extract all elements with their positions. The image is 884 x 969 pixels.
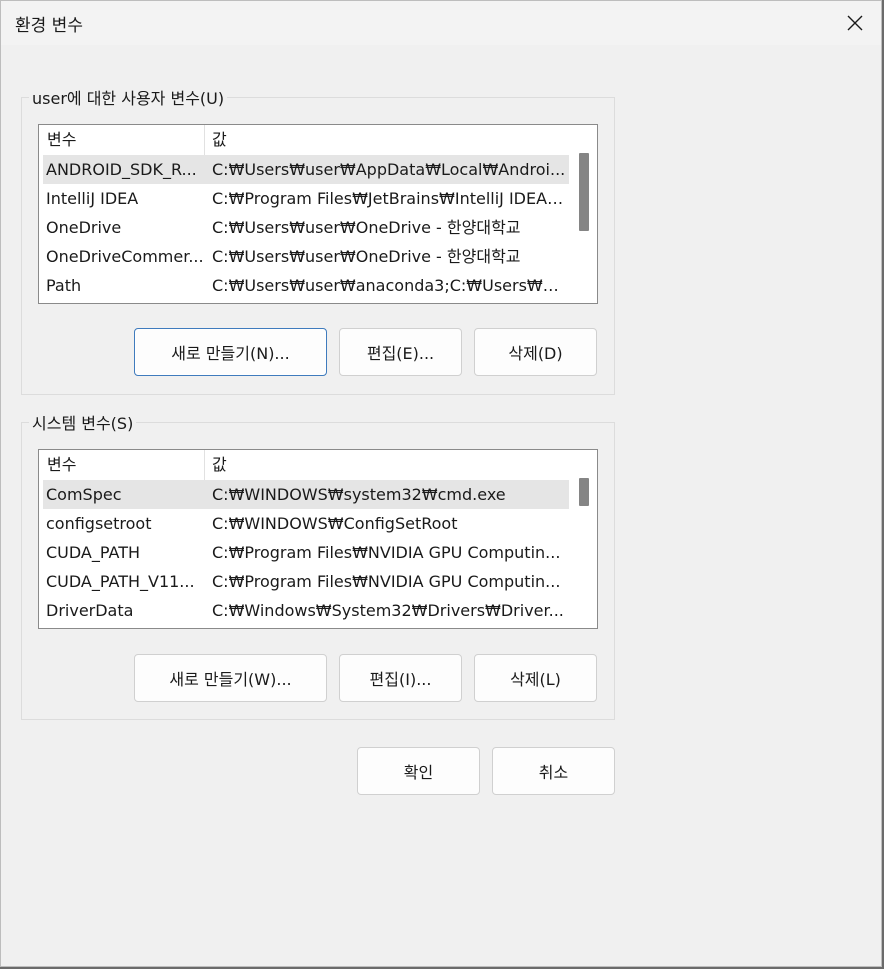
column-header-name[interactable]: 변수 bbox=[43, 125, 205, 155]
variable-value: C:₩Users₩user₩AppData₩Local₩Androi... bbox=[212, 160, 566, 179]
system-variables-group: 시스템 변수(S) 변수 값 ComSpec C:₩WINDOWS₩system3… bbox=[21, 410, 615, 720]
dialog-title: 환경 변수 bbox=[15, 16, 83, 36]
user-list-scrollbar[interactable] bbox=[575, 127, 593, 301]
variable-name: CUDA_PATH bbox=[46, 543, 140, 562]
system-edit-button[interactable]: 편집(I)... bbox=[339, 654, 462, 702]
variable-name: OneDriveCommer... bbox=[46, 247, 204, 266]
list-item[interactable]: configsetroot C:₩WINDOWS₩ConfigSetRoot bbox=[43, 509, 569, 538]
variable-value: C:₩WINDOWS₩system32₩cmd.exe bbox=[212, 485, 506, 504]
system-new-button[interactable]: 새로 만들기(W)... bbox=[134, 654, 327, 702]
close-button[interactable] bbox=[835, 5, 875, 41]
list-header: 변수 값 bbox=[43, 125, 569, 155]
variable-name: DriverData bbox=[46, 601, 134, 620]
user-edit-button[interactable]: 편집(E)... bbox=[339, 328, 462, 376]
variable-name: Path bbox=[46, 276, 82, 295]
variable-value: C:₩Users₩user₩anaconda3;C:₩Users₩us... bbox=[212, 276, 567, 295]
user-delete-button[interactable]: 삭제(D) bbox=[474, 328, 597, 376]
variable-value: C:₩Program Files₩NVIDIA GPU Computin... bbox=[212, 543, 561, 562]
variable-value: C:₩Program Files₩JetBrains₩IntelliJ IDEA… bbox=[212, 189, 567, 208]
system-variables-list[interactable]: 변수 값 ComSpec C:₩WINDOWS₩system32₩cmd.exe c… bbox=[38, 449, 598, 629]
list-item[interactable]: OneDriveCommer... C:₩Users₩user₩OneDrive … bbox=[43, 242, 569, 271]
list-item[interactable]: IntelliJ IDEA C:₩Program Files₩JetBrains₩… bbox=[43, 184, 569, 213]
close-icon bbox=[847, 15, 863, 31]
system-list-scrollbar[interactable] bbox=[575, 452, 593, 626]
list-item[interactable]: CUDA_PATH_V11... C:₩Program Files₩NVIDIA … bbox=[43, 567, 569, 596]
variable-name: CUDA_PATH_V11... bbox=[46, 572, 195, 591]
list-item[interactable]: ANDROID_SDK_R... C:₩Users₩user₩AppData₩Lo… bbox=[43, 155, 569, 184]
variable-value: C:₩WINDOWS₩ConfigSetRoot bbox=[212, 514, 458, 533]
variable-value: C:₩Program Files₩NVIDIA GPU Computin... bbox=[212, 572, 561, 591]
user-variables-rows: ANDROID_SDK_R... C:₩Users₩user₩AppData₩Lo… bbox=[43, 155, 569, 300]
ok-button[interactable]: 확인 bbox=[357, 747, 480, 795]
variable-name: OneDrive bbox=[46, 218, 122, 237]
user-variables-group: user에 대한 사용자 변수(U) 변수 값 ANDROID_SDK_R...… bbox=[21, 85, 615, 395]
variable-value: C:₩Users₩user₩OneDrive - 한양대학교 bbox=[212, 218, 521, 237]
variable-name: IntelliJ IDEA bbox=[46, 189, 139, 208]
column-header-name[interactable]: 변수 bbox=[43, 450, 205, 480]
scroll-thumb[interactable] bbox=[579, 153, 589, 231]
list-item[interactable]: Path C:₩Users₩user₩anaconda3;C:₩Users₩us.… bbox=[43, 271, 569, 300]
variable-value: C:₩Users₩user₩OneDrive - 한양대학교 bbox=[212, 247, 521, 266]
scroll-thumb[interactable] bbox=[579, 478, 589, 506]
column-header-value[interactable]: 값 bbox=[205, 125, 227, 155]
variable-value: C:₩Windows₩System32₩Drivers₩Driver... bbox=[212, 601, 564, 620]
list-item[interactable]: ComSpec C:₩WINDOWS₩system32₩cmd.exe bbox=[43, 480, 569, 509]
user-variables-list[interactable]: 변수 값 ANDROID_SDK_R... C:₩Users₩user₩AppDa… bbox=[38, 124, 598, 304]
user-variables-label: user에 대한 사용자 변수(U) bbox=[29, 85, 228, 109]
variable-name: configsetroot bbox=[46, 514, 152, 533]
variable-name: ComSpec bbox=[46, 485, 122, 504]
list-item[interactable]: DriverData C:₩Windows₩System32₩Drivers₩Dr… bbox=[43, 596, 569, 625]
title-bar: 환경 변수 bbox=[1, 1, 881, 45]
list-item[interactable]: CUDA_PATH C:₩Program Files₩NVIDIA GPU Com… bbox=[43, 538, 569, 567]
list-header: 변수 값 bbox=[43, 450, 569, 480]
variable-name: ANDROID_SDK_R... bbox=[46, 160, 197, 179]
environment-variables-dialog: 환경 변수 user에 대한 사용자 변수(U) 변수 값 ANDROID_SD… bbox=[0, 0, 882, 967]
user-new-button[interactable]: 새로 만들기(N)... bbox=[134, 328, 327, 376]
cancel-button[interactable]: 취소 bbox=[492, 747, 615, 795]
list-item[interactable]: OneDrive C:₩Users₩user₩OneDrive - 한양대학교 bbox=[43, 213, 569, 242]
system-variables-rows: ComSpec C:₩WINDOWS₩system32₩cmd.exe config… bbox=[43, 480, 569, 625]
system-delete-button[interactable]: 삭제(L) bbox=[474, 654, 597, 702]
column-header-value[interactable]: 값 bbox=[205, 450, 227, 480]
system-variables-label: 시스템 변수(S) bbox=[29, 410, 137, 434]
